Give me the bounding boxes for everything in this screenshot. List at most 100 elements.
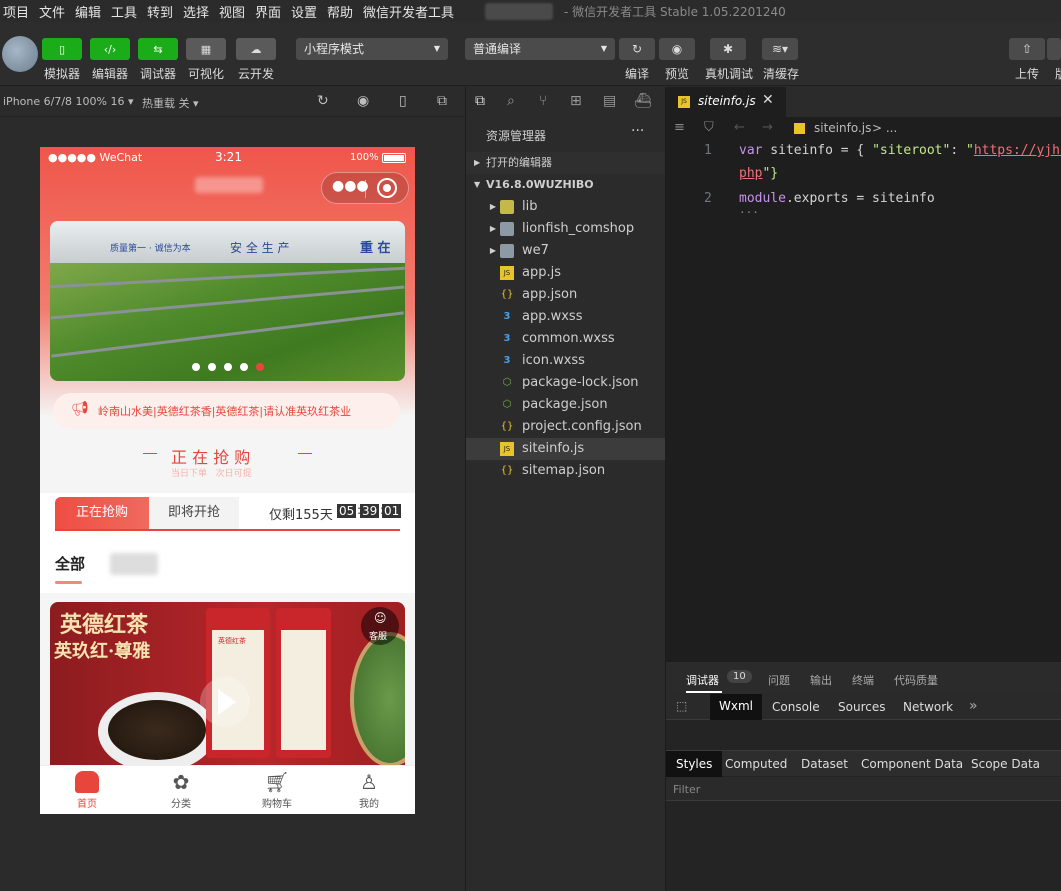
close-icon[interactable]: ✕ bbox=[762, 92, 774, 108]
menu-project[interactable]: 项目 bbox=[3, 2, 29, 21]
back-icon[interactable]: ← bbox=[734, 120, 745, 135]
subtab-scope-data[interactable]: Scope Data bbox=[971, 757, 1040, 771]
avatar[interactable] bbox=[2, 36, 38, 72]
play-icon[interactable] bbox=[200, 677, 250, 727]
extensions-icon[interactable]: ⊞ bbox=[570, 93, 582, 109]
string-url[interactable]: php bbox=[739, 166, 762, 181]
tree-item-project-config[interactable]: {} project.config.json bbox=[466, 416, 665, 438]
nav-category[interactable]: ✿ 分类 bbox=[161, 766, 201, 814]
panel-wxml[interactable]: Wxml bbox=[710, 694, 762, 720]
menu-file[interactable]: 文件 bbox=[39, 2, 65, 21]
clear-cache-button[interactable]: ≋▾ bbox=[762, 38, 798, 60]
subtab-computed[interactable]: Computed bbox=[725, 757, 787, 771]
real-debug-button[interactable]: ✱ bbox=[710, 38, 746, 60]
visual-button[interactable]: ▦ bbox=[186, 38, 226, 60]
banner-carousel[interactable]: 质量第一 · 诚信为本 安 全 生 产 重 在 bbox=[50, 221, 405, 381]
tree-item-icon-wxss[interactable]: 3 icon.wxss bbox=[466, 350, 665, 372]
version-button[interactable] bbox=[1047, 38, 1061, 60]
carousel-dot[interactable] bbox=[208, 363, 216, 371]
nav-cart[interactable]: 🛒︎ 购物车 bbox=[252, 766, 302, 814]
more-actions-icon[interactable]: ··· bbox=[631, 123, 644, 139]
panel-network[interactable]: Network bbox=[903, 700, 953, 714]
open-editors-section[interactable]: ▶ 打开的编辑器 bbox=[466, 152, 665, 174]
editor-tab[interactable]: JS siteinfo.js ✕ bbox=[666, 87, 786, 117]
compile-select[interactable]: 普通编译 ▼ bbox=[465, 38, 615, 60]
storage-icon[interactable]: ▤ bbox=[603, 93, 616, 109]
tab-terminal[interactable]: 终端 bbox=[852, 672, 874, 688]
tab-problems[interactable]: 问题 bbox=[768, 672, 790, 688]
cloud-button[interactable]: ☁ bbox=[236, 38, 276, 60]
menu-select[interactable]: 选择 bbox=[183, 2, 209, 21]
more-panels-icon[interactable]: » bbox=[969, 698, 978, 714]
panel-console[interactable]: Console bbox=[772, 700, 820, 714]
tree-item-sitemap[interactable]: {} sitemap.json bbox=[466, 460, 665, 482]
more-icon[interactable]: ●●● bbox=[332, 178, 369, 194]
compile-button[interactable]: ↻ bbox=[619, 38, 655, 60]
filter-input[interactable]: Filter bbox=[673, 783, 700, 796]
hot-reload-select[interactable]: 热重载 关 ▾ bbox=[142, 95, 199, 111]
tree-item-package-lock[interactable]: ⬡ package-lock.json bbox=[466, 372, 665, 394]
files-icon[interactable]: ⧉ bbox=[475, 93, 485, 109]
menu-edit[interactable]: 编辑 bbox=[75, 2, 101, 21]
tree-item-app-wxss[interactable]: 3 app.wxss bbox=[466, 306, 665, 328]
category-blurred[interactable] bbox=[110, 553, 158, 575]
git-icon[interactable]: ⑂ bbox=[539, 93, 547, 109]
close-miniapp-icon[interactable] bbox=[377, 178, 397, 198]
tab-debugger[interactable]: 调试器 bbox=[686, 672, 719, 688]
search-icon[interactable]: ⌕ bbox=[507, 93, 515, 109]
string-url[interactable]: https://yjh. bbox=[974, 143, 1061, 158]
editor-button[interactable]: ‹/› bbox=[90, 38, 130, 60]
nav-profile[interactable]: ♙ 我的 bbox=[349, 766, 389, 814]
forward-icon[interactable]: → bbox=[762, 120, 773, 135]
tree-item-we7[interactable]: ▶ we7 bbox=[466, 240, 665, 262]
upload-button[interactable]: ⇧ bbox=[1009, 38, 1045, 60]
tab-upcoming[interactable]: 即将开抢 bbox=[149, 497, 239, 529]
windows-icon[interactable]: ⧉ bbox=[437, 93, 447, 109]
code-area[interactable]: 1 var siteinfo = { "siteroot": "https://… bbox=[666, 141, 1061, 261]
carousel-dot-active[interactable] bbox=[256, 363, 264, 371]
menu-help[interactable]: 帮助 bbox=[327, 2, 353, 21]
capsule-menu[interactable]: ●●● bbox=[321, 172, 409, 204]
device-select[interactable]: iPhone 6/7/8 100% 16 ▾ bbox=[3, 95, 134, 108]
menu-tools[interactable]: 工具 bbox=[111, 2, 137, 21]
preview-button[interactable]: ◉ bbox=[659, 38, 695, 60]
tab-code-quality[interactable]: 代码质量 bbox=[894, 672, 938, 688]
subtab-styles[interactable]: Styles bbox=[666, 751, 723, 777]
breadcrumb-file[interactable]: siteinfo.js bbox=[814, 121, 871, 135]
nav-home[interactable]: 首页 bbox=[67, 766, 107, 814]
tab-active[interactable]: 正在抢购 bbox=[55, 497, 149, 529]
carousel-dot[interactable] bbox=[192, 363, 200, 371]
menu-devtools[interactable]: 微信开发者工具 bbox=[363, 2, 454, 21]
project-section[interactable]: ▼ V16.8.0WUZHIBO bbox=[466, 174, 665, 196]
mode-select[interactable]: 小程序模式 ▼ bbox=[296, 38, 448, 60]
subtab-dataset[interactable]: Dataset bbox=[801, 757, 848, 771]
menu-goto[interactable]: 转到 bbox=[147, 2, 173, 21]
phone-icon[interactable]: ▯ bbox=[399, 93, 407, 109]
bookmark-icon[interactable]: ⛉ bbox=[704, 120, 714, 135]
simulator-button[interactable]: ▯ bbox=[42, 38, 82, 60]
carousel-dot[interactable] bbox=[224, 363, 232, 371]
menu-view[interactable]: 视图 bbox=[219, 2, 245, 21]
subtab-component-data[interactable]: Component Data bbox=[861, 757, 963, 771]
tree-item-common-wxss[interactable]: 3 common.wxss bbox=[466, 328, 665, 350]
category-all[interactable]: 全部 bbox=[55, 553, 85, 574]
tree-item-lionfish[interactable]: ▶ lionfish_comshop bbox=[466, 218, 665, 240]
notice-bar[interactable]: 📢︎ 岭南山水美|英德红茶香|英德红茶|请认准英玖红茶业 bbox=[53, 393, 400, 429]
tree-item-package-json[interactable]: ⬡ package.json bbox=[466, 394, 665, 416]
docker-icon[interactable]: ⛴ bbox=[634, 93, 652, 109]
carousel-dot[interactable] bbox=[240, 363, 248, 371]
menu-settings[interactable]: 设置 bbox=[291, 2, 317, 21]
breadcrumb-rest[interactable]: > ... bbox=[872, 121, 897, 135]
tree-item-siteinfo[interactable]: JS siteinfo.js bbox=[466, 438, 665, 460]
menu-interface[interactable]: 界面 bbox=[255, 2, 281, 21]
outline-icon[interactable]: ≡ bbox=[674, 120, 685, 135]
panel-sources[interactable]: Sources bbox=[838, 700, 885, 714]
tree-item-app-js[interactable]: JS app.js bbox=[466, 262, 665, 284]
product-card[interactable]: 英德红茶 英玖红·尊雅 英德红茶 ☺ 客服 bbox=[50, 602, 405, 767]
stop-icon[interactable]: ◉ bbox=[357, 93, 369, 109]
reload-icon[interactable]: ↻ bbox=[317, 93, 329, 109]
inspect-icon[interactable]: ⬚ bbox=[676, 699, 687, 713]
tree-item-lib[interactable]: ▶ lib bbox=[466, 196, 665, 218]
customer-service-button[interactable]: ☺ 客服 bbox=[361, 607, 399, 645]
tree-item-app-json[interactable]: {} app.json bbox=[466, 284, 665, 306]
